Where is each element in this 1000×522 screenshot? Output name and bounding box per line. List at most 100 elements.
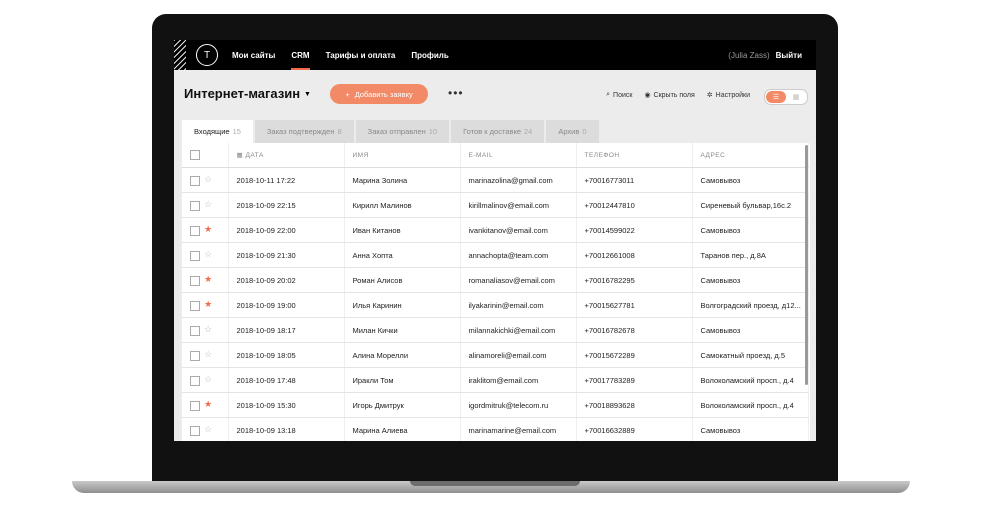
row-checkbox[interactable] bbox=[190, 300, 200, 311]
table-row[interactable]: ★ 2018-10-09 19:00 Илья Каринин ilyakarinin… bbox=[182, 292, 809, 318]
cell-date: 2018-10-09 21:30 bbox=[228, 242, 345, 268]
caret-down-icon[interactable]: ▼ bbox=[304, 91, 311, 98]
tab-archive[interactable]: Архив 0 bbox=[546, 120, 599, 143]
star-icon[interactable]: ☆ bbox=[204, 174, 212, 184]
row-checkbox[interactable] bbox=[190, 375, 200, 386]
cell-name: Марина Алиева bbox=[344, 417, 461, 441]
row-checkbox[interactable] bbox=[190, 400, 200, 411]
logo-letter: T bbox=[203, 49, 211, 61]
cell-address: Самокатный проезд, д.5 bbox=[692, 342, 809, 368]
table-row[interactable]: ★ 2018-10-09 15:30 Игорь Дмитрук igordmitru… bbox=[182, 392, 809, 418]
column-date[interactable]: ▦ ДАТА bbox=[228, 143, 345, 168]
select-all-checkbox[interactable] bbox=[190, 150, 200, 160]
row-select-cell: ★ bbox=[182, 292, 229, 318]
cell-email: iraklitom@email.com bbox=[460, 367, 577, 393]
cell-address: Сиреневый бульвар,16с.2 bbox=[692, 192, 809, 218]
cell-name: Алина Морелли bbox=[344, 342, 461, 368]
cell-phone: +70012447810 bbox=[576, 192, 693, 218]
cell-name: Милан Кички bbox=[344, 317, 461, 343]
star-icon[interactable]: ☆ bbox=[204, 374, 212, 384]
cell-name: Илья Каринин bbox=[344, 292, 461, 318]
star-icon[interactable]: ☆ bbox=[204, 249, 212, 259]
table-row[interactable]: ☆ 2018-10-09 18:17 Милан Кички milannakichk… bbox=[182, 317, 809, 343]
table-row[interactable]: ☆ 2018-10-09 21:30 Анна Хопта annachopta@te… bbox=[182, 242, 809, 268]
table-row[interactable]: ☆ 2018-10-09 17:48 Иракли Том iraklitom@ema… bbox=[182, 367, 809, 393]
row-select-cell: ☆ bbox=[182, 367, 229, 393]
add-request-button[interactable]: + Добавить заявку bbox=[330, 84, 428, 104]
grid-view-icon[interactable]: ▦ bbox=[788, 91, 804, 103]
cell-email: marinazolina@gmail.com bbox=[460, 167, 577, 193]
column-date-label: ДАТА bbox=[245, 152, 264, 159]
row-checkbox[interactable] bbox=[190, 425, 200, 436]
nav-my-sites[interactable]: Мои сайты bbox=[232, 40, 275, 70]
star-icon[interactable]: ☆ bbox=[204, 324, 212, 334]
list-view-icon[interactable]: ☰ bbox=[766, 91, 786, 103]
row-checkbox[interactable] bbox=[190, 225, 200, 236]
nav-crm[interactable]: CRM bbox=[291, 40, 310, 70]
table-row[interactable]: ☆ 2018-10-11 17:22 Марина Золина marinazoli… bbox=[182, 167, 809, 193]
column-phone[interactable]: ТЕЛЕФОН bbox=[576, 143, 693, 168]
cell-email: romanaliasov@email.com bbox=[460, 267, 577, 293]
cell-date: 2018-10-09 20:02 bbox=[228, 267, 345, 293]
star-icon[interactable]: ★ bbox=[204, 224, 212, 234]
row-checkbox[interactable] bbox=[190, 250, 200, 261]
cell-name: Иван Китанов bbox=[344, 217, 461, 243]
select-all-cell bbox=[182, 143, 229, 168]
settings-button[interactable]: ✲ Настройки bbox=[707, 91, 750, 100]
tab-order-confirmed[interactable]: Заказ подтвержден 8 bbox=[254, 120, 354, 143]
row-checkbox[interactable] bbox=[190, 325, 200, 336]
tab-ready-for-delivery[interactable]: Готов к доставке 24 bbox=[451, 120, 545, 143]
tab-count: 15 bbox=[232, 127, 241, 136]
nav-profile[interactable]: Профиль bbox=[411, 40, 448, 70]
cell-address: Таранов пер., д.8А bbox=[692, 242, 809, 268]
cell-date: 2018-10-09 22:00 bbox=[228, 217, 345, 243]
settings-label: Настройки bbox=[715, 91, 750, 99]
column-address[interactable]: АДРЕС bbox=[692, 143, 809, 168]
cell-name: Роман Алисов bbox=[344, 267, 461, 293]
cell-address: Самовывоз bbox=[692, 417, 809, 441]
row-checkbox[interactable] bbox=[190, 275, 200, 286]
cell-date: 2018-10-09 13:18 bbox=[228, 417, 345, 441]
tab-count: 10 bbox=[428, 127, 438, 136]
row-select-cell: ☆ bbox=[182, 317, 229, 343]
logo-icon[interactable]: T bbox=[196, 44, 218, 66]
cell-phone: +70014599022 bbox=[576, 217, 693, 243]
search-button[interactable]: ⌕ Поиск bbox=[606, 91, 632, 99]
tab-count: 0 bbox=[582, 127, 587, 136]
tool-links: ⌕ Поиск ◉ Скрыть поля ✲ Настройки bbox=[606, 91, 750, 99]
star-icon[interactable]: ★ bbox=[204, 274, 212, 284]
cell-phone: +70016782678 bbox=[576, 317, 693, 343]
user-name: (Julia Zass) bbox=[728, 50, 770, 60]
cell-phone: +70016782295 bbox=[576, 267, 693, 293]
table-row[interactable]: ★ 2018-10-09 20:02 Роман Алисов romanaliaso… bbox=[182, 267, 809, 293]
tab-label: Заказ отправлен bbox=[367, 127, 426, 136]
cell-name: Иракли Том bbox=[344, 367, 461, 393]
star-icon[interactable]: ☆ bbox=[204, 424, 212, 434]
logout-link[interactable]: Выйти bbox=[776, 51, 802, 60]
more-options-icon[interactable]: ••• bbox=[448, 86, 464, 100]
star-icon[interactable]: ☆ bbox=[204, 349, 212, 359]
tab-label: Входящие bbox=[194, 127, 230, 136]
nav-tariffs[interactable]: Тарифы и оплата bbox=[326, 40, 396, 70]
star-icon[interactable]: ★ bbox=[204, 299, 212, 309]
column-email[interactable]: E-MAIL bbox=[460, 143, 577, 168]
row-checkbox[interactable] bbox=[190, 200, 200, 211]
star-icon[interactable]: ★ bbox=[204, 399, 212, 409]
tab-order-shipped[interactable]: Заказ отправлен 10 bbox=[355, 120, 450, 143]
hide-fields-button[interactable]: ◉ Скрыть поля bbox=[644, 91, 694, 100]
cell-address: Волгоградский проезд, д12... bbox=[692, 292, 809, 318]
tab-incoming[interactable]: Входящие 15 bbox=[182, 120, 253, 143]
page-title[interactable]: Интернет-магазин bbox=[184, 86, 300, 101]
cell-email: ilyakarinin@email.com bbox=[460, 292, 577, 318]
table-row[interactable]: ☆ 2018-10-09 13:18 Марина Алиева marinamari… bbox=[182, 417, 809, 441]
star-icon[interactable]: ☆ bbox=[204, 199, 212, 209]
row-checkbox[interactable] bbox=[190, 175, 200, 186]
table-row[interactable]: ☆ 2018-10-09 18:05 Алина Морелли alinamorel… bbox=[182, 342, 809, 368]
table-row[interactable]: ★ 2018-10-09 22:00 Иван Китанов ivankitanov… bbox=[182, 217, 809, 243]
column-name[interactable]: ИМЯ bbox=[344, 143, 461, 168]
table-scrollbar[interactable] bbox=[805, 145, 808, 385]
cell-email: ivankitanov@email.com bbox=[460, 217, 577, 243]
row-checkbox[interactable] bbox=[190, 350, 200, 361]
table-row[interactable]: ☆ 2018-10-09 22:15 Кирилл Малинов kirillmal… bbox=[182, 192, 809, 218]
cell-date: 2018-10-09 17:48 bbox=[228, 367, 345, 393]
